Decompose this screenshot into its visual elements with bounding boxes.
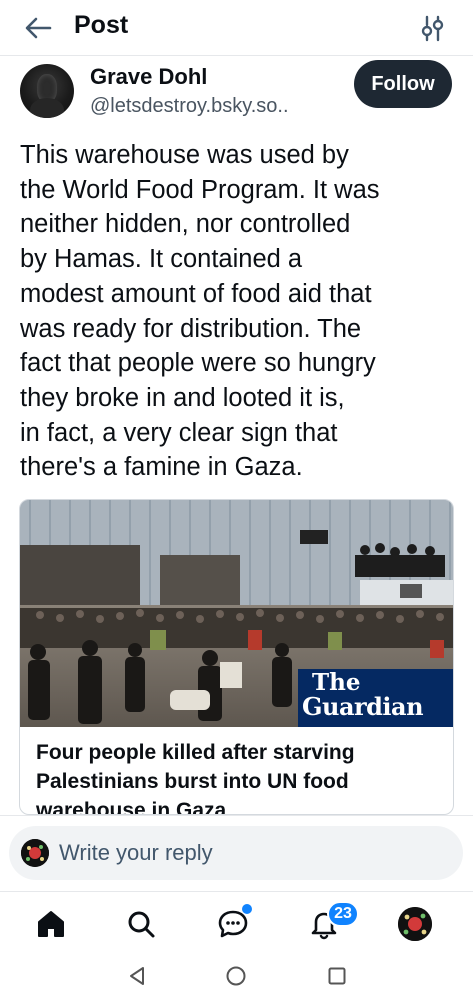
link-title-line: warehouse in Gaza <box>36 799 227 815</box>
post-options-button[interactable] <box>418 14 446 42</box>
user-avatar-icon <box>21 839 49 867</box>
author-avatar[interactable] <box>20 64 74 118</box>
post-text-line: by Hamas. It contained a <box>20 245 303 274</box>
back-button[interactable] <box>22 12 54 44</box>
bottom-nav: 23 <box>0 891 473 953</box>
arrow-left-icon <box>25 17 52 39</box>
link-title-line: Palestinians burst into UN food <box>36 770 349 793</box>
post-text-line: fact that people were so hungry <box>20 349 376 378</box>
post-author-row: Grave Dohl @letsdestroy.bsky.so.. Follow <box>0 58 473 128</box>
unread-dot <box>242 904 252 914</box>
triangle-back-icon <box>130 967 144 985</box>
post-text-line: neither hidden, nor controlled <box>20 210 351 239</box>
reply-avatar <box>21 839 49 867</box>
profile-avatar <box>398 907 432 941</box>
top-bar: Post <box>0 0 473 56</box>
square-recents-icon <box>328 967 346 985</box>
follow-button[interactable]: Follow <box>354 60 452 108</box>
link-preview-title: Four people killed after starving Palest… <box>36 738 441 815</box>
system-home-button[interactable] <box>223 963 249 989</box>
reply-bar: Write your reply <box>0 815 473 891</box>
post-text-line: the World Food Program. It was <box>20 175 380 204</box>
reply-input[interactable]: Write your reply <box>9 826 463 880</box>
circle-home-icon <box>226 966 246 986</box>
nav-home[interactable] <box>33 906 69 942</box>
page-title: Post <box>74 11 129 39</box>
post-text-line: modest amount of food aid that <box>20 279 372 308</box>
home-icon <box>38 911 64 937</box>
post-text-line: This warehouse was used by <box>20 141 349 169</box>
author-name[interactable]: Grave Dohl <box>90 64 207 90</box>
search-icon <box>128 911 155 938</box>
system-recents-button[interactable] <box>324 963 350 989</box>
system-nav-bar <box>0 953 473 1000</box>
nav-profile[interactable] <box>397 906 433 942</box>
reply-placeholder: Write your reply <box>59 840 213 865</box>
post-text-line: was ready for distribution. The <box>20 314 362 343</box>
notification-badge: 23 <box>327 901 359 927</box>
guardian-logo-line2: Guardian <box>302 692 424 721</box>
post-text-line: there's a famine in Gaza. <box>20 453 303 482</box>
post-text-line: in fact, a very clear sign that <box>20 418 338 447</box>
user-avatar-icon <box>398 907 432 941</box>
nav-search[interactable] <box>123 906 159 942</box>
author-handle[interactable]: @letsdestroy.bsky.so.. <box>90 95 289 118</box>
link-title-line: Four people killed after starving <box>36 741 355 764</box>
sliders-icon <box>421 15 444 42</box>
post-body: This warehouse was used by the World Foo… <box>20 138 460 485</box>
system-back-button[interactable] <box>124 963 150 989</box>
post-text-line: they broke in and looted it is, <box>20 383 345 412</box>
link-preview-card[interactable]: The Guardian Four people killed after st… <box>19 499 454 815</box>
